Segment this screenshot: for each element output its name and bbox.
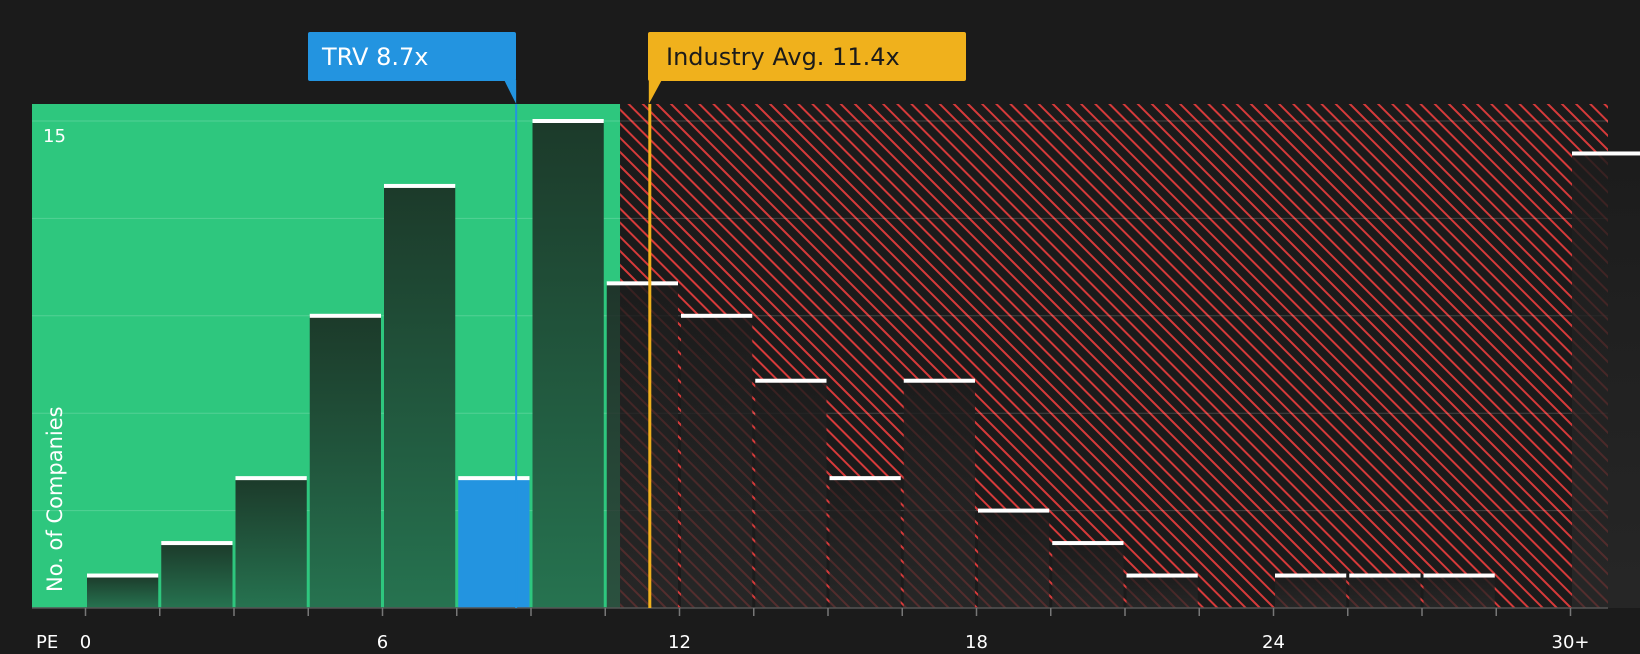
histogram-bar-cap (1572, 151, 1640, 156)
histogram-bar (903, 380, 975, 608)
histogram-bar-cap (532, 119, 604, 123)
histogram-bar-cap (235, 476, 307, 481)
histogram-bar-cap (309, 313, 381, 318)
histogram-bar (606, 283, 678, 608)
industry-avg-label: Industry Avg. 11.4x (666, 42, 900, 71)
company-marker-pointer (504, 80, 517, 104)
histogram-bar (161, 543, 233, 608)
histogram-bar (1052, 543, 1124, 608)
x-tick-label: 18 (965, 632, 988, 650)
histogram-bar (309, 315, 381, 608)
industry-marker-pointer (648, 80, 662, 104)
y-tick-label: 15 (43, 126, 66, 147)
histogram-bar-cap (681, 313, 753, 318)
x-tick-label: 12 (668, 632, 691, 650)
x-axis (32, 607, 1608, 616)
histogram-bar (1126, 575, 1198, 608)
histogram-bar-cap (606, 281, 678, 286)
histogram-bar-cap (1052, 541, 1124, 546)
histogram-bar (681, 315, 753, 608)
histogram-bar-cap (161, 541, 233, 546)
histogram-bar (1423, 575, 1495, 608)
histogram-bar-cap (1126, 573, 1198, 578)
company-pe-label: TRV 8.7x (322, 42, 429, 71)
company-pe-callout: TRV 8.7x (308, 32, 516, 81)
histogram-bar (87, 575, 159, 608)
histogram-bar (755, 380, 827, 608)
x-tick-label: 6 (377, 632, 388, 650)
histogram-bar-cap (458, 476, 530, 481)
histogram-bar-cap (87, 573, 159, 578)
histogram-bar-cap (384, 183, 456, 188)
histogram-bar-cap (1349, 573, 1421, 578)
histogram-bar (235, 478, 307, 608)
histogram-bar (458, 478, 530, 608)
histogram-bar-cap (755, 378, 827, 383)
histogram-bar (532, 121, 604, 608)
x-tick-label: 24 (1262, 632, 1285, 650)
histogram-bar (1572, 153, 1640, 608)
x-tick-label: 0 (80, 632, 91, 650)
histogram-bar (1349, 575, 1421, 608)
x-axis-title: PE (36, 632, 58, 650)
industry-avg-callout: Industry Avg. 11.4x (648, 32, 966, 81)
y-axis-title: No. of Companies (43, 406, 67, 592)
histogram-bar-cap (903, 378, 975, 383)
histogram-bar (978, 510, 1050, 608)
histogram-bar-cap (829, 476, 901, 481)
pe-histogram-chart: PE 0 6 12 18 24 30+ 15 No. of Companies TRV 8.7x… (0, 0, 1640, 653)
histogram-bar (1275, 575, 1347, 608)
histogram-bar-cap (1275, 573, 1347, 578)
x-tick-label: 30+ (1552, 632, 1590, 650)
histogram-bar (829, 478, 901, 608)
histogram-bar-cap (978, 508, 1050, 513)
histogram-bar-cap (1423, 573, 1495, 578)
chart-canvas: PE 0 6 12 18 24 30+ 15 No. of Companies (32, 80, 1640, 653)
histogram-bar (384, 185, 456, 608)
